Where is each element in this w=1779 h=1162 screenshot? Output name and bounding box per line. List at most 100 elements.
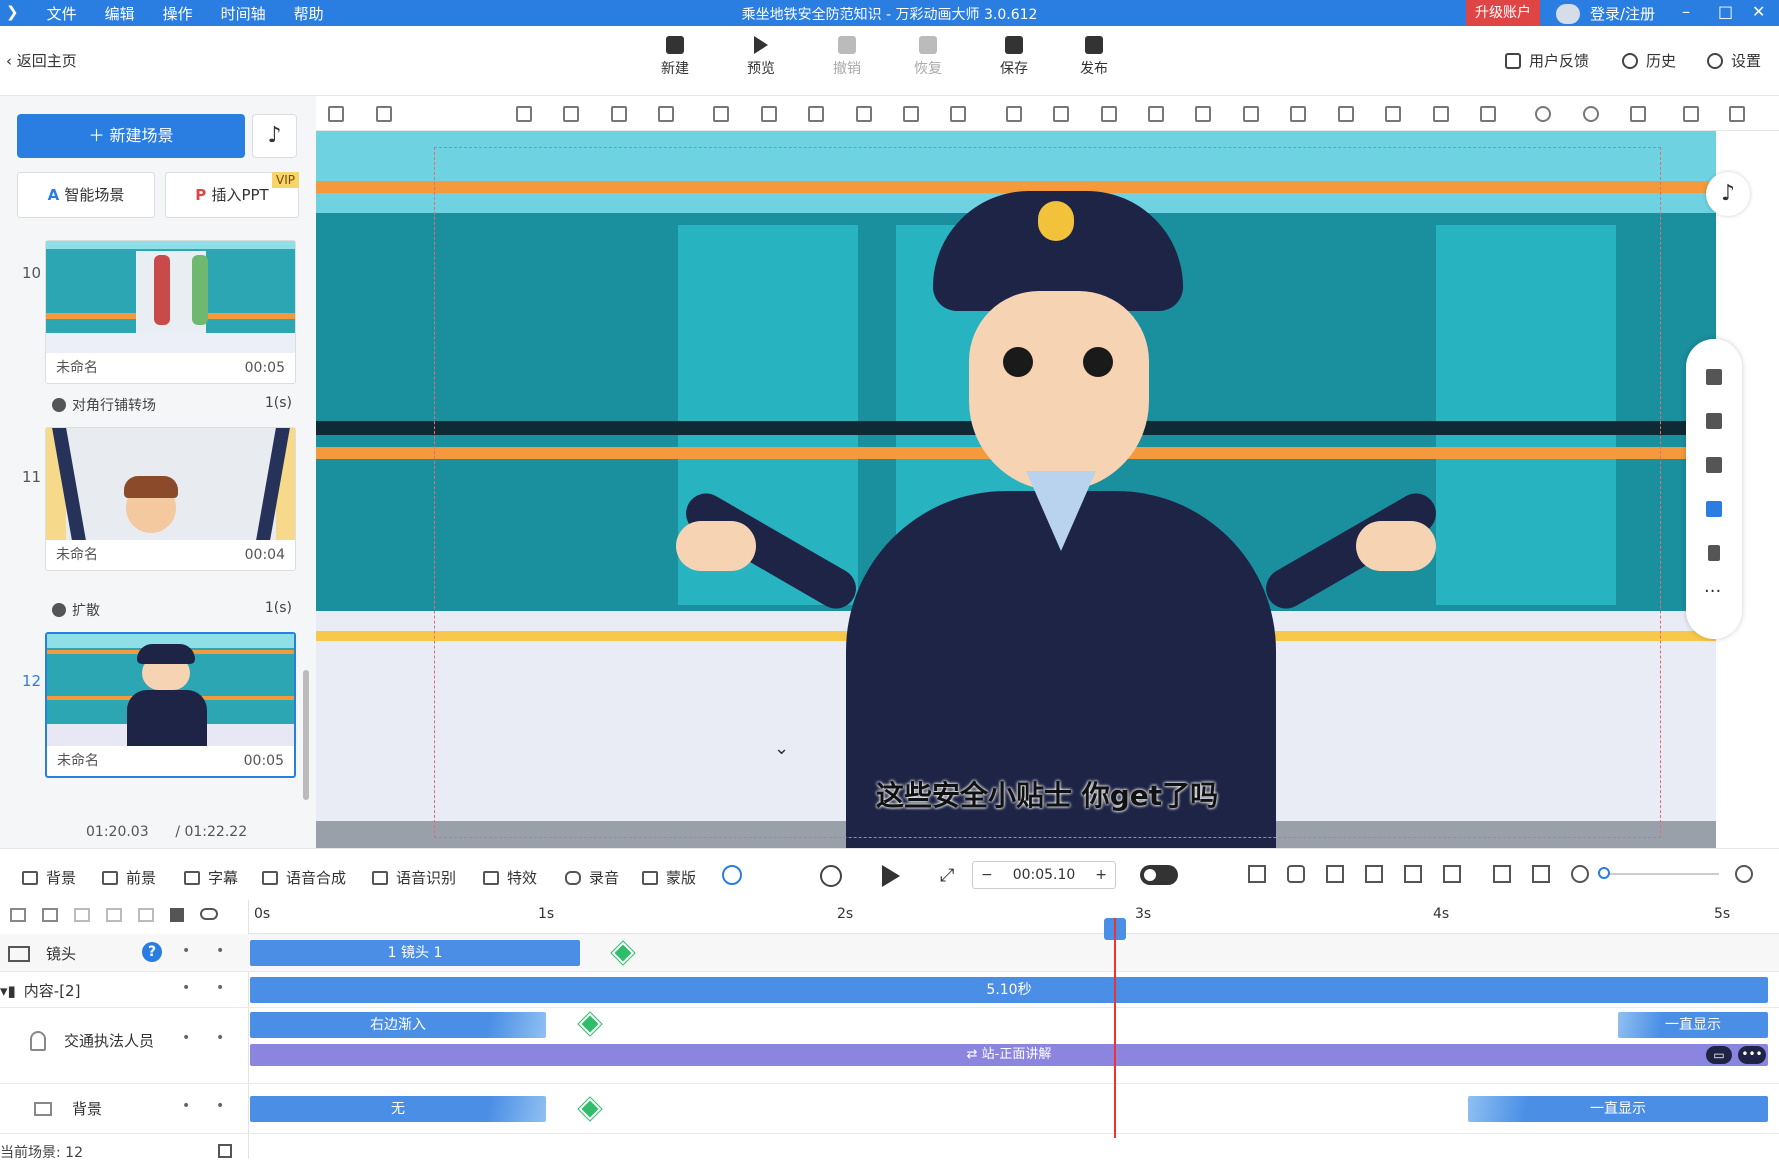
move-layer-up-icon[interactable] xyxy=(106,908,122,922)
align-hcenter-icon[interactable] xyxy=(1338,106,1354,122)
home-icon[interactable] xyxy=(376,106,392,122)
camera-keyframe-icon[interactable] xyxy=(1248,865,1266,883)
bg-exit-segment[interactable]: 一直显示 xyxy=(1468,1096,1768,1122)
align-left-icon[interactable] xyxy=(1243,106,1259,122)
track-background[interactable]: 背景 • • 无 一直显示 xyxy=(0,1084,1779,1134)
unlock-icon[interactable] xyxy=(1706,457,1722,473)
comment-icon[interactable]: ▭ xyxy=(1706,1046,1732,1064)
filter-icon[interactable] xyxy=(1404,865,1422,883)
flip-vertical-icon[interactable] xyxy=(761,106,777,122)
exit-animation-segment[interactable]: 一直显示 xyxy=(1618,1012,1768,1038)
publish-button[interactable]: 发布 xyxy=(1064,36,1124,78)
new-scene-button[interactable]: ＋ 新建场景 xyxy=(17,114,245,158)
delete-layer-icon[interactable] xyxy=(138,908,154,922)
portrait-icon[interactable] xyxy=(1708,545,1720,561)
copy-icon[interactable] xyxy=(1683,106,1699,122)
track-dot[interactable]: • xyxy=(182,980,190,996)
folder-expand-icon[interactable]: ▾▮ xyxy=(0,982,16,1000)
fit-screen-icon[interactable] xyxy=(1706,369,1722,385)
replay-icon[interactable] xyxy=(820,865,842,887)
distribute-h-icon[interactable] xyxy=(1148,106,1164,122)
subtitle-text[interactable]: 这些安全小贴士 你get了吗 xyxy=(876,774,1218,814)
align-vcenter-icon[interactable] xyxy=(1480,106,1496,122)
align-middle-icon[interactable] xyxy=(1053,106,1069,122)
move-layer-down-icon[interactable] xyxy=(74,908,90,922)
stage-canvas-area[interactable]: 这些安全小贴士 你get了吗 ⌄ xyxy=(316,131,1716,848)
move-bottom-icon[interactable] xyxy=(516,106,532,122)
format-painter-icon[interactable] xyxy=(328,106,344,122)
speech-recognition-tool[interactable]: 语音识别 xyxy=(372,867,456,888)
play-icon[interactable] xyxy=(882,865,900,887)
adjust-icon[interactable] xyxy=(1443,865,1461,883)
actual-size-icon[interactable] xyxy=(1532,865,1550,883)
history-button[interactable]: 历史 xyxy=(1622,50,1676,71)
maximize-icon[interactable]: □ xyxy=(1718,2,1733,21)
add-keyframe-icon[interactable] xyxy=(577,1096,603,1122)
landscape-icon[interactable] xyxy=(1706,501,1722,517)
lock-icon[interactable] xyxy=(170,908,184,922)
login-register-button[interactable]: 登录/注册 xyxy=(1556,3,1655,24)
stage-music-button[interactable]: ♪ xyxy=(1706,172,1750,216)
add-keyframe-icon[interactable] xyxy=(610,940,636,966)
new-layer-icon[interactable] xyxy=(10,908,26,922)
paste-icon[interactable] xyxy=(1729,106,1745,122)
minimize-icon[interactable]: – xyxy=(1682,2,1690,21)
align-bottom-icon[interactable] xyxy=(1433,106,1449,122)
settings-button[interactable]: 设置 xyxy=(1707,50,1761,71)
zoom-in-icon[interactable] xyxy=(1735,865,1753,883)
move-up-icon[interactable] xyxy=(658,106,674,122)
preview-button[interactable]: 预览 xyxy=(731,36,791,78)
new-button[interactable]: 新建 xyxy=(645,36,705,78)
zoom-out-icon[interactable] xyxy=(1583,106,1599,122)
camera-segment[interactable]: 1 镜头 1 xyxy=(250,940,580,966)
scene-card-10[interactable]: 未命名 00:05 xyxy=(45,240,296,384)
record-tool[interactable]: 录音 xyxy=(565,867,619,888)
new-folder-icon[interactable] xyxy=(42,908,58,922)
rotate-screen-icon[interactable] xyxy=(1706,413,1722,429)
music-button[interactable]: ♪ xyxy=(252,114,297,158)
align-right-icon[interactable] xyxy=(1290,106,1306,122)
track-content-group[interactable]: ▾▮ 内容-[2] • • 5.10秒 xyxy=(0,972,1779,1008)
collapse-chevron-icon[interactable]: ⌄ xyxy=(774,738,789,759)
background-tool[interactable]: 背景 xyxy=(22,867,76,888)
time-stepper[interactable]: − 00:05.10 + xyxy=(972,861,1116,889)
track-dot[interactable]: • xyxy=(182,943,190,959)
scene-card-12-selected[interactable]: 未命名 00:05 xyxy=(45,632,296,778)
eye-icon[interactable] xyxy=(200,908,218,920)
timeline-zoom-slider[interactable] xyxy=(1603,873,1719,875)
scene-list-icon[interactable] xyxy=(218,1144,232,1158)
timeline-toggle[interactable] xyxy=(1140,865,1178,885)
current-time-value[interactable]: 00:05.10 xyxy=(1013,867,1076,883)
action-segment[interactable]: ⇄ 站-正面讲解 xyxy=(250,1044,1768,1066)
help-icon[interactable]: ? xyxy=(142,942,162,962)
enter-animation-segment[interactable]: 右边渐入 xyxy=(250,1012,546,1038)
move-down-icon[interactable] xyxy=(611,106,627,122)
undo-button[interactable]: 撤销 xyxy=(817,36,877,78)
rotate-icon[interactable] xyxy=(856,106,872,122)
upgrade-account-button[interactable]: 升级账户 xyxy=(1466,0,1540,26)
track-dot[interactable]: • xyxy=(216,1030,224,1046)
content-duration-segment[interactable]: 5.10秒 xyxy=(250,977,1768,1003)
fullscreen-icon[interactable]: ⤢ xyxy=(940,865,954,886)
foreground-tool[interactable]: 前景 xyxy=(102,867,156,888)
subtitle-tool[interactable]: 字幕 xyxy=(184,867,238,888)
time-decrease-button[interactable]: − xyxy=(981,862,993,888)
align-top-icon[interactable] xyxy=(1385,106,1401,122)
track-dot[interactable]: • xyxy=(216,1098,224,1114)
zoom-out-icon[interactable] xyxy=(1571,865,1589,883)
save-button[interactable]: 保存 xyxy=(984,36,1044,78)
scene-card-11[interactable]: 未命名 00:04 xyxy=(45,427,296,571)
more-icon[interactable]: ••• xyxy=(1738,1046,1766,1064)
effects-tool[interactable]: 特效 xyxy=(483,867,537,888)
track-camera[interactable]: 镜头 ? • • 1 镜头 1 xyxy=(0,934,1779,972)
track-dot[interactable]: • xyxy=(182,1098,190,1114)
redo-button[interactable]: 恢复 xyxy=(898,36,958,78)
add-keyframe-icon[interactable] xyxy=(577,1011,603,1037)
edit-icon[interactable] xyxy=(1326,865,1344,883)
delete-icon[interactable] xyxy=(903,106,919,122)
track-dot[interactable]: • xyxy=(216,943,224,959)
bg-enter-segment[interactable]: 无 xyxy=(250,1096,546,1122)
move-top-icon[interactable] xyxy=(563,106,579,122)
zoom-slider-handle[interactable] xyxy=(1598,867,1610,879)
back-home-button[interactable]: ‹ 返回主页 xyxy=(6,50,77,71)
